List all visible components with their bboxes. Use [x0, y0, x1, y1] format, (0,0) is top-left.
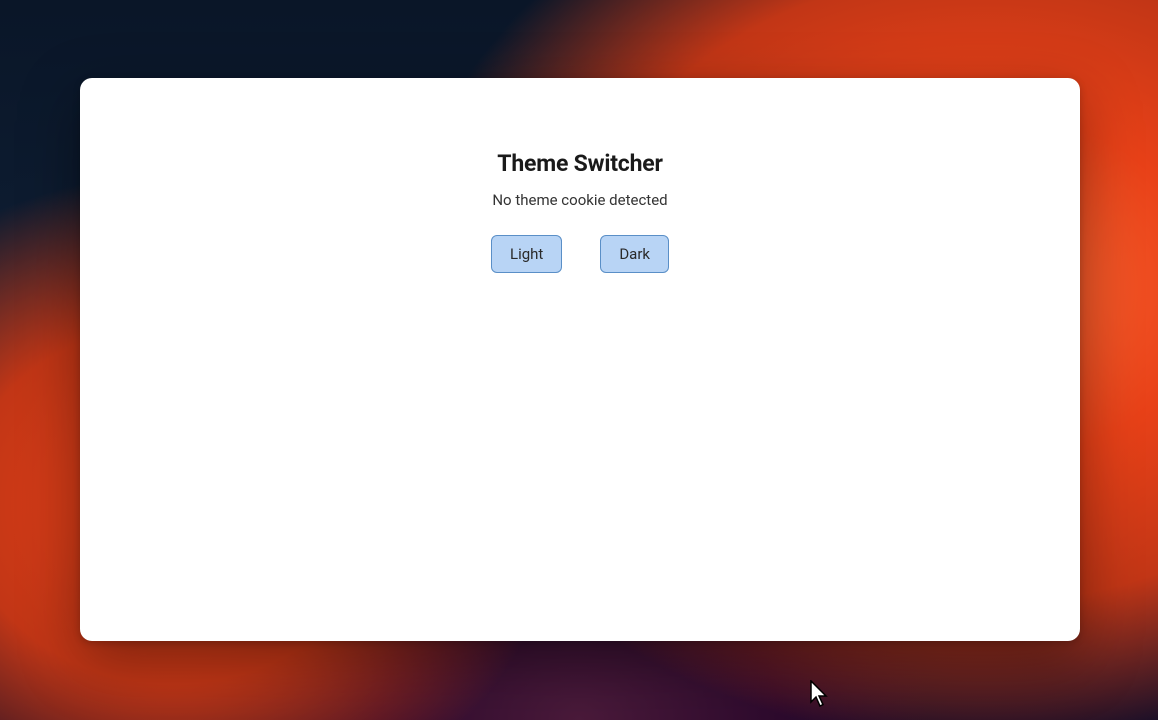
status-message: No theme cookie detected — [492, 191, 667, 209]
light-theme-button[interactable]: Light — [491, 235, 562, 273]
dark-theme-button[interactable]: Dark — [600, 235, 669, 273]
main-content: Theme Switcher No theme cookie detected … — [80, 78, 1080, 273]
page-title: Theme Switcher — [497, 150, 662, 177]
theme-button-group: Light Dark — [491, 235, 669, 273]
app-window: Theme Switcher No theme cookie detected … — [80, 78, 1080, 641]
